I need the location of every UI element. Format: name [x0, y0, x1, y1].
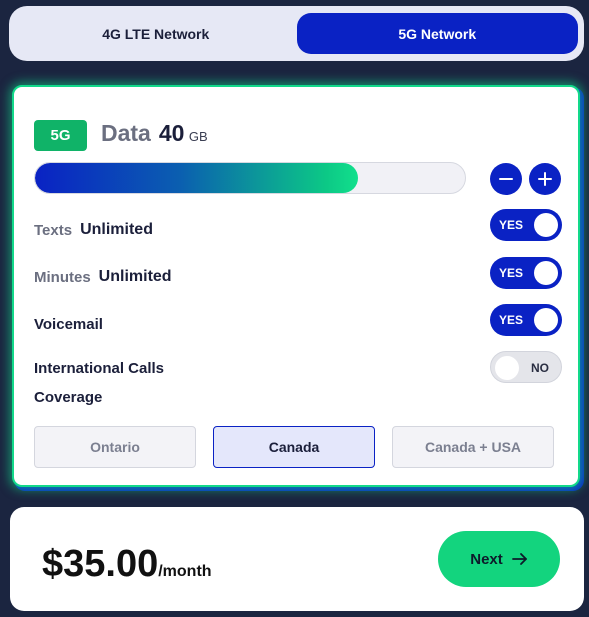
toggle-label: YES [499, 313, 524, 327]
plus-icon [538, 172, 552, 186]
coverage-title: Coverage [34, 389, 103, 406]
feature-row-minutes: Minutes Unlimited [34, 262, 172, 292]
feature-label: Texts [34, 221, 73, 239]
feature-value: Unlimited [98, 268, 172, 285]
voicemail-toggle[interactable]: YES [490, 304, 562, 336]
data-label: Data [101, 120, 151, 146]
feature-label: Minutes [34, 268, 91, 286]
arrow-right-icon [511, 553, 527, 565]
decrease-data-button[interactable] [490, 163, 522, 195]
plan-card: 5G Data 40 GB Texts Unlimited YES Minute… [12, 85, 580, 487]
toggle-knob [534, 213, 558, 237]
toggle-label: YES [499, 218, 524, 232]
texts-toggle[interactable]: YES [490, 209, 562, 241]
minutes-toggle[interactable]: YES [490, 257, 562, 289]
toggle-knob [495, 356, 519, 380]
tab-4g-lte-network[interactable]: 4G LTE Network [15, 13, 297, 54]
toggle-knob [534, 308, 558, 332]
data-allowance: Data 40 GB [101, 120, 208, 151]
toggle-label: YES [499, 266, 524, 280]
coverage-option-canada-usa[interactable]: Canada + USA [392, 426, 554, 468]
price-amount: $35.00 [42, 543, 159, 585]
network-tabs: 4G LTE Network 5G Network [9, 6, 584, 61]
feature-label: International Calls [34, 359, 165, 377]
feature-label: Voicemail [34, 315, 103, 333]
next-label: Next [470, 550, 503, 568]
toggle-knob [534, 261, 558, 285]
feature-value: Unlimited [80, 221, 153, 238]
minus-icon [499, 178, 513, 180]
data-amount: 40 [158, 120, 185, 146]
international-calls-toggle[interactable]: NO [490, 351, 562, 383]
tab-5g-network[interactable]: 5G Network [296, 13, 578, 54]
feature-row-texts: Texts Unlimited [34, 215, 153, 245]
price-period: /month [158, 563, 212, 580]
toggle-label: NO [531, 361, 549, 375]
feature-row-international-calls: International Calls [34, 353, 164, 383]
data-slider[interactable] [34, 162, 466, 194]
coverage-option-ontario[interactable]: Ontario [34, 426, 196, 468]
price-summary: $35.00 /month Next [10, 507, 584, 611]
network-badge: 5G [34, 120, 87, 151]
next-button[interactable]: Next [438, 531, 560, 587]
coverage-option-canada[interactable]: Canada [213, 426, 375, 468]
data-unit: GB [188, 129, 208, 144]
feature-row-voicemail: Voicemail [34, 309, 103, 339]
data-slider-fill [35, 163, 358, 193]
increase-data-button[interactable] [529, 163, 561, 195]
price: $35.00 /month [42, 543, 212, 586]
